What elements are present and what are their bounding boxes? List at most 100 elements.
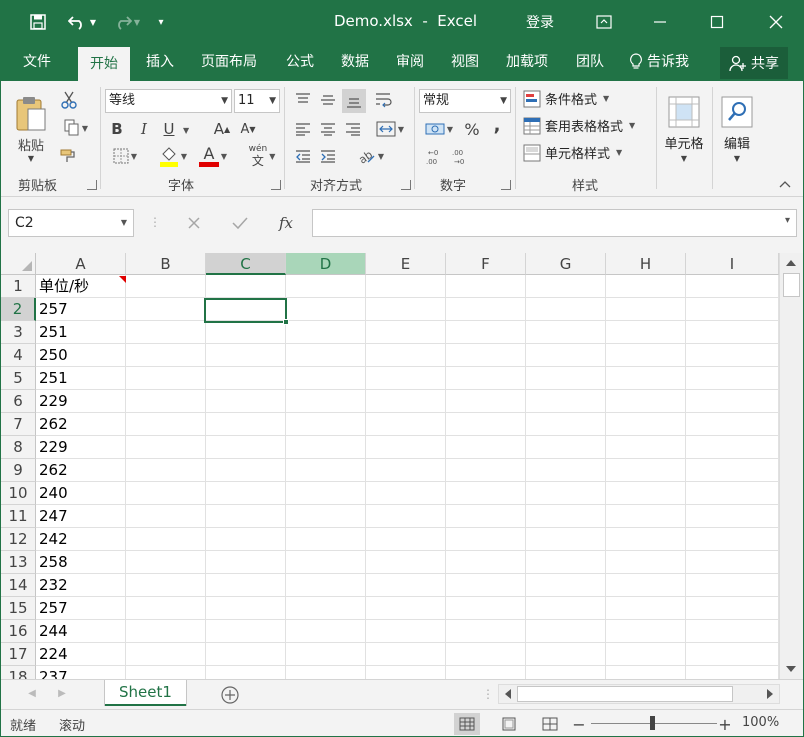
- active-cell-cursor[interactable]: [204, 298, 287, 323]
- cell-a8[interactable]: 229: [36, 436, 126, 459]
- tab-data[interactable]: 数据: [341, 43, 369, 81]
- column-header-g[interactable]: G: [526, 253, 606, 275]
- increase-decimal-icon[interactable]: ←0.00: [423, 145, 445, 169]
- next-sheet-icon[interactable]: ▶: [55, 686, 69, 700]
- column-header-c[interactable]: C: [206, 253, 286, 275]
- column-header-d[interactable]: D: [286, 253, 366, 275]
- align-center-icon[interactable]: [317, 118, 339, 140]
- row-header-6[interactable]: 6: [1, 390, 36, 413]
- fill-color-button[interactable]: ▼: [155, 143, 191, 169]
- scroll-left-icon[interactable]: [501, 687, 515, 701]
- confirm-entry-icon[interactable]: [227, 211, 253, 235]
- phonetic-button[interactable]: wén 文 ▼: [244, 143, 280, 169]
- tab-home[interactable]: 开始: [78, 47, 130, 81]
- bold-button[interactable]: B: [107, 118, 127, 140]
- row-header-18[interactable]: 18: [1, 666, 36, 679]
- decrease-decimal-icon[interactable]: .00 →0: [449, 145, 471, 169]
- save-icon[interactable]: [27, 11, 49, 33]
- name-box[interactable]: C2 ▼: [8, 209, 134, 237]
- row-header-4[interactable]: 4: [1, 344, 36, 367]
- tab-formulas[interactable]: 公式: [286, 43, 314, 81]
- align-middle-icon[interactable]: [317, 89, 339, 111]
- column-header-h[interactable]: H: [606, 253, 686, 275]
- column-header-i[interactable]: I: [686, 253, 779, 275]
- row-header-10[interactable]: 10: [1, 482, 36, 505]
- format-as-table-button[interactable]: 套用表格格式 ▼: [523, 116, 635, 135]
- redo-icon[interactable]: ▼: [107, 11, 145, 33]
- row-header-16[interactable]: 16: [1, 620, 36, 643]
- copy-icon[interactable]: ▼: [58, 118, 94, 138]
- font-launcher-icon[interactable]: [271, 180, 281, 190]
- cancel-entry-icon[interactable]: [181, 211, 207, 235]
- row-header-3[interactable]: 3: [1, 321, 36, 344]
- tab-insert[interactable]: 插入: [146, 43, 174, 81]
- increase-indent-icon[interactable]: [317, 145, 339, 167]
- borders-button[interactable]: ▼: [107, 145, 143, 167]
- zoom-in-button[interactable]: +: [717, 714, 733, 734]
- column-header-f[interactable]: F: [446, 253, 526, 275]
- tab-review[interactable]: 审阅: [396, 43, 424, 81]
- cell-a6[interactable]: 229: [36, 390, 126, 413]
- close-icon[interactable]: [753, 7, 799, 37]
- tab-addins[interactable]: 加载项: [506, 43, 548, 81]
- cell-a1[interactable]: 单位/秒: [36, 275, 126, 298]
- tab-view[interactable]: 视图: [451, 43, 479, 81]
- wrap-text-icon[interactable]: [373, 89, 395, 111]
- tab-file[interactable]: 文件: [23, 43, 51, 81]
- paste-button[interactable]: 粘贴 ▼: [11, 89, 51, 169]
- clipboard-launcher-icon[interactable]: [87, 180, 97, 190]
- cell-a2[interactable]: 257: [36, 298, 126, 321]
- number-launcher-icon[interactable]: [501, 180, 511, 190]
- row-header-11[interactable]: 11: [1, 505, 36, 528]
- underline-dropdown-icon[interactable]: ▼: [183, 126, 189, 135]
- collapse-ribbon-icon[interactable]: [777, 177, 793, 191]
- align-left-icon[interactable]: [292, 118, 314, 140]
- increase-font-button[interactable]: A ▲: [211, 118, 233, 140]
- row-header-9[interactable]: 9: [1, 459, 36, 482]
- cell-a12[interactable]: 242: [36, 528, 126, 551]
- number-format-select[interactable]: 常规 ▼: [419, 89, 511, 113]
- zoom-level[interactable]: 100%: [742, 715, 779, 730]
- row-header-12[interactable]: 12: [1, 528, 36, 551]
- maximize-icon[interactable]: [694, 7, 740, 37]
- worksheet-grid[interactable]: ABCDEFGHI 1 2 3 4 5 6 7 8 9 10 11 12 13 14 15 16 17 18 单位…: [1, 253, 779, 679]
- row-header-1[interactable]: 1: [1, 275, 36, 298]
- align-bottom-icon[interactable]: [342, 89, 366, 113]
- font-name-select[interactable]: 等线 ▼: [105, 89, 232, 113]
- row-header-14[interactable]: 14: [1, 574, 36, 597]
- conditional-formatting-button[interactable]: 条件格式 ▼: [523, 89, 609, 108]
- cell-a7[interactable]: 262: [36, 413, 126, 436]
- ribbon-display-options-icon[interactable]: [581, 7, 627, 37]
- row-header-17[interactable]: 17: [1, 643, 36, 666]
- decrease-indent-icon[interactable]: [292, 145, 314, 167]
- vertical-scrollbar[interactable]: [779, 253, 803, 679]
- tab-team[interactable]: 团队: [576, 43, 604, 81]
- cell-a5[interactable]: 251: [36, 367, 126, 390]
- cell-a16[interactable]: 244: [36, 620, 126, 643]
- new-sheet-icon[interactable]: [219, 684, 241, 706]
- formula-input[interactable]: ▾: [312, 209, 797, 237]
- fill-handle[interactable]: [283, 319, 289, 325]
- normal-view-icon[interactable]: [454, 713, 480, 735]
- zoom-out-button[interactable]: −: [571, 714, 587, 734]
- percent-style-button[interactable]: %: [461, 118, 483, 140]
- minimize-icon[interactable]: [637, 7, 683, 37]
- align-top-icon[interactable]: [292, 89, 314, 111]
- row-header-5[interactable]: 5: [1, 367, 36, 390]
- cell-a4[interactable]: 250: [36, 344, 126, 367]
- zoom-slider-thumb[interactable]: [650, 716, 655, 730]
- cell-a11[interactable]: 247: [36, 505, 126, 528]
- column-header-e[interactable]: E: [366, 253, 446, 275]
- row-header-15[interactable]: 15: [1, 597, 36, 620]
- tab-split-grip-icon[interactable]: ⋮: [482, 687, 494, 701]
- column-header-b[interactable]: B: [126, 253, 206, 275]
- orientation-button[interactable]: ab ▼: [351, 143, 389, 169]
- column-header-a[interactable]: A: [36, 253, 126, 275]
- page-break-view-icon[interactable]: [537, 713, 563, 735]
- cell-a18[interactable]: 237: [36, 666, 126, 679]
- customize-qat-icon[interactable]: ▾: [151, 11, 171, 33]
- accounting-format-button[interactable]: ▼: [421, 118, 457, 140]
- sheet-tab-sheet1[interactable]: Sheet1: [105, 680, 186, 706]
- decrease-font-button[interactable]: A ▼: [237, 118, 259, 140]
- font-color-button[interactable]: A ▼: [195, 143, 231, 169]
